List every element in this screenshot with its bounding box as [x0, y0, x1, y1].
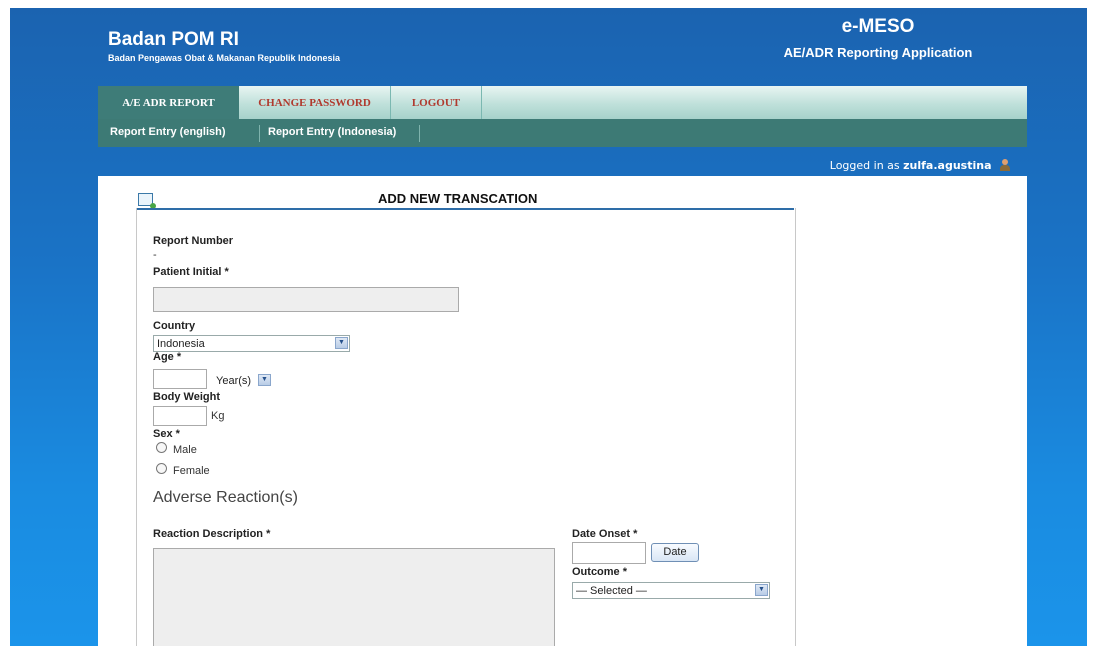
patient-initial-input[interactable]	[153, 287, 459, 312]
body-weight-input[interactable]	[153, 406, 207, 426]
form-icon	[138, 193, 156, 209]
login-bar: Logged in as zulfa.agustina	[98, 147, 1027, 176]
tab-divider	[481, 86, 482, 119]
main-nav: A/E ADR REPORT CHANGE PASSWORD LOGOUT	[98, 86, 1027, 119]
outcome-selected-value: — Selected —	[576, 585, 647, 597]
sub-nav: Report Entry (english) Report Entry (Ind…	[98, 119, 1027, 147]
sex-option-male: Male	[173, 444, 197, 456]
reaction-description-label: Reaction Description *	[153, 528, 271, 540]
tab-logout[interactable]: LOGOUT	[391, 86, 481, 119]
chevron-down-icon: ▼	[258, 374, 271, 386]
age-unit-value: Year(s)	[216, 375, 252, 387]
radio-female[interactable]	[156, 463, 167, 474]
app-subtitle: AE/ADR Reporting Application	[783, 45, 973, 60]
form-title: ADD NEW TRANSCATION	[378, 191, 538, 206]
date-picker-button[interactable]: Date	[651, 543, 699, 562]
body-weight-unit: Kg	[211, 410, 225, 422]
chevron-down-icon: ▼	[335, 337, 348, 349]
radio-male[interactable]	[156, 442, 167, 453]
sex-label: Sex *	[153, 428, 180, 440]
app-window: Badan POM RI Badan Pengawas Obat & Makan…	[10, 8, 1087, 646]
country-selected-value: Indonesia	[157, 338, 205, 350]
link-report-entry-indonesia[interactable]: Report Entry (Indonesia)	[268, 126, 396, 138]
country-label: Country	[153, 320, 196, 332]
link-report-entry-english[interactable]: Report Entry (english)	[110, 126, 226, 138]
adverse-reactions-heading: Adverse Reaction(s)	[153, 489, 298, 506]
content-area: ADD NEW TRANSCATION Report Number - Pati…	[98, 176, 1027, 646]
chevron-down-icon: ▼	[755, 584, 768, 596]
login-prefix: Logged in as	[829, 159, 900, 172]
outcome-select[interactable]: — Selected — ▼	[572, 582, 770, 599]
patient-initial-label: Patient Initial *	[153, 266, 229, 278]
date-onset-label: Date Onset *	[572, 528, 638, 540]
login-status: Logged in as zulfa.agustina	[830, 159, 1011, 172]
age-input[interactable]	[153, 369, 207, 389]
tab-change-password[interactable]: CHANGE PASSWORD	[239, 86, 390, 119]
tab-ae-adr-report[interactable]: A/E ADR REPORT	[98, 86, 239, 119]
sub-nav-divider	[259, 125, 260, 142]
login-username: zulfa.agustina	[903, 159, 992, 172]
sub-nav-divider	[419, 125, 420, 142]
app-name: e-MESO	[841, 16, 915, 37]
body-weight-label: Body Weight	[153, 391, 221, 403]
report-number-value: -	[153, 249, 157, 261]
country-select[interactable]: Indonesia ▼	[153, 335, 350, 352]
outcome-label: Outcome *	[572, 566, 628, 578]
date-onset-input[interactable]	[572, 542, 646, 564]
sex-option-female: Female	[173, 465, 210, 477]
report-number-label: Report Number	[153, 235, 234, 247]
age-unit-select[interactable]: Year(s) ▼	[212, 372, 273, 388]
reaction-description-textarea[interactable]	[153, 548, 555, 646]
user-icon	[999, 159, 1011, 171]
org-name: Badan POM RI	[108, 29, 239, 50]
age-label: Age *	[153, 351, 182, 363]
org-full-name: Badan Pengawas Obat & Makanan Republik I…	[108, 53, 341, 63]
